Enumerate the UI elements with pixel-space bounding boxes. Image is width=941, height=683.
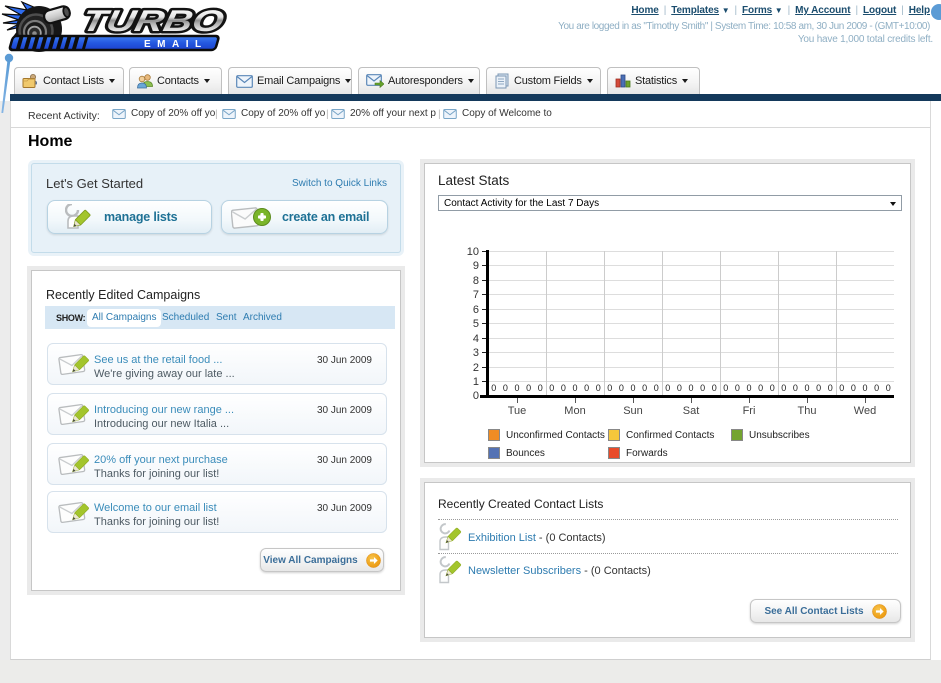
svg-text:0: 0 (851, 383, 856, 393)
svg-text:2: 2 (473, 362, 479, 374)
svg-text:0: 0 (514, 383, 519, 393)
svg-text:0: 0 (561, 383, 566, 393)
svg-text:Sun: Sun (623, 405, 643, 417)
svg-text:0: 0 (584, 383, 589, 393)
svg-text:0: 0 (723, 383, 728, 393)
svg-text:0: 0 (816, 383, 821, 393)
svg-text:0: 0 (886, 383, 891, 393)
svg-text:Fri: Fri (743, 405, 756, 417)
svg-text:1: 1 (473, 376, 479, 388)
svg-text:Sat: Sat (683, 405, 700, 417)
svg-text:0: 0 (874, 383, 879, 393)
svg-text:0: 0 (781, 383, 786, 393)
svg-text:10: 10 (467, 246, 479, 258)
svg-text:6: 6 (473, 304, 479, 316)
svg-text:9: 9 (473, 260, 479, 272)
svg-text:0: 0 (619, 383, 624, 393)
svg-text:0: 0 (735, 383, 740, 393)
svg-text:Mon: Mon (564, 405, 585, 417)
svg-text:0: 0 (665, 383, 670, 393)
svg-text:5: 5 (473, 318, 479, 330)
svg-text:0: 0 (793, 383, 798, 393)
svg-text:0: 0 (642, 383, 647, 393)
svg-text:Thu: Thu (798, 405, 817, 417)
svg-text:0: 0 (473, 390, 479, 402)
svg-text:Wed: Wed (854, 405, 876, 417)
svg-text:4: 4 (473, 333, 479, 345)
svg-text:0: 0 (538, 383, 543, 393)
svg-text:8: 8 (473, 275, 479, 287)
svg-text:0: 0 (549, 383, 554, 393)
svg-text:0: 0 (746, 383, 751, 393)
svg-text:0: 0 (712, 383, 717, 393)
svg-text:Tue: Tue (508, 405, 527, 417)
svg-text:0: 0 (770, 383, 775, 393)
svg-text:0: 0 (596, 383, 601, 393)
svg-text:0: 0 (526, 383, 531, 393)
svg-text:3: 3 (473, 347, 479, 359)
svg-text:0: 0 (677, 383, 682, 393)
svg-text:0: 0 (758, 383, 763, 393)
svg-text:0: 0 (839, 383, 844, 393)
svg-text:0: 0 (700, 383, 705, 393)
svg-text:0: 0 (862, 383, 867, 393)
svg-text:0: 0 (607, 383, 612, 393)
svg-text:0: 0 (654, 383, 659, 393)
svg-text:TURBO: TURBO (79, 5, 227, 38)
svg-text:0: 0 (828, 383, 833, 393)
svg-text:0: 0 (630, 383, 635, 393)
svg-text:0: 0 (688, 383, 693, 393)
svg-text:7: 7 (473, 289, 479, 301)
svg-text:0: 0 (491, 383, 496, 393)
svg-text:0: 0 (503, 383, 508, 393)
svg-text:0: 0 (804, 383, 809, 393)
svg-text:0: 0 (572, 383, 577, 393)
svg-text:EMAIL: EMAIL (144, 39, 208, 50)
